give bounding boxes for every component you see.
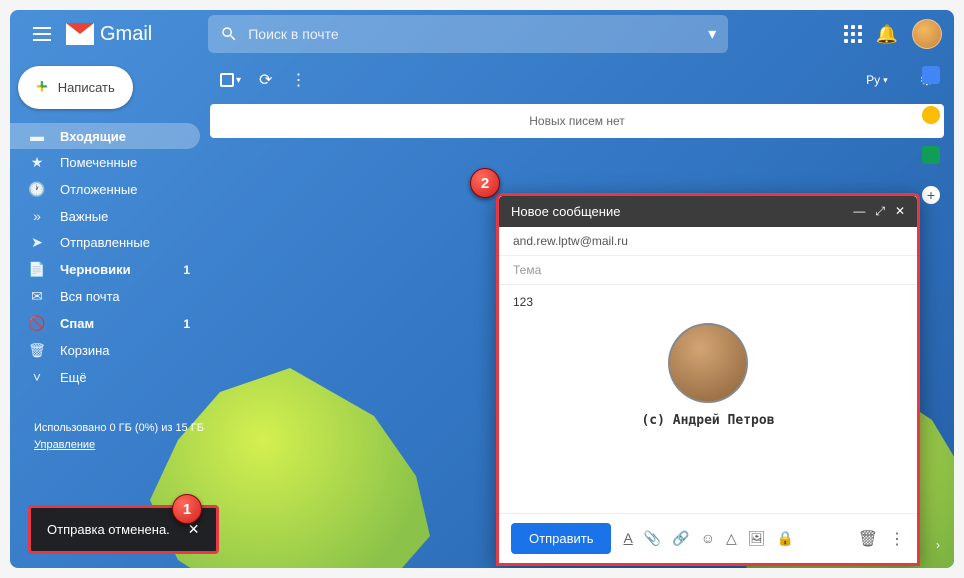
sidebar-item-9[interactable]: ˅Ещё <box>10 364 200 390</box>
plus-icon: + <box>36 76 48 99</box>
notifications-icon[interactable]: 🔔 <box>876 24 898 45</box>
refresh-icon[interactable]: ⟳ <box>259 70 272 90</box>
addons-icon[interactable] <box>922 186 940 204</box>
nav-icon: ➤ <box>28 234 46 251</box>
expand-sidepanel-icon[interactable]: › <box>936 538 940 552</box>
nav-icon: 📄 <box>28 261 46 278</box>
nav-icon: 🕐 <box>28 181 46 198</box>
nav-icon: 🚫 <box>28 315 46 332</box>
calendar-icon[interactable] <box>922 66 940 84</box>
sidebar-item-2[interactable]: 🕐Отложенные <box>10 176 200 203</box>
confidential-icon[interactable]: 🔒 <box>777 530 794 547</box>
gmail-logo[interactable]: Gmail <box>66 23 152 46</box>
recipient-field[interactable]: and.rew.lptw@mail.ru <box>499 227 917 256</box>
more-icon[interactable]: ⋮ <box>290 70 306 90</box>
sidebar: + Написать ▬Входящие★Помеченные🕐Отложенн… <box>10 58 210 568</box>
sidebar-item-0[interactable]: ▬Входящие <box>10 123 200 149</box>
compose-more-icon[interactable]: ⋮ <box>889 529 905 549</box>
toast-message: Отправка отменена. <box>47 522 170 537</box>
sidebar-item-7[interactable]: 🚫Спам1 <box>10 310 200 337</box>
sidebar-item-6[interactable]: ✉Вся почта <box>10 283 200 310</box>
nav-icon: ▬ <box>28 128 46 144</box>
annotation-marker-2: 2 <box>470 168 500 198</box>
select-all-checkbox[interactable]: ▾ <box>220 73 241 87</box>
compose-window: Новое сообщение — ⤢ ✕ and.rew.lptw@mail.… <box>496 193 920 566</box>
drive-icon[interactable]: △ <box>726 530 737 547</box>
storage-info: Использовано 0 ГБ (0%) из 15 ГБ Управлен… <box>10 420 210 453</box>
tasks-icon[interactable] <box>922 146 940 164</box>
attach-icon[interactable]: 📎 <box>644 530 661 547</box>
sidebar-item-5[interactable]: 📄Черновики1 <box>10 256 200 283</box>
emoji-icon[interactable]: ☺ <box>701 530 715 547</box>
input-language[interactable]: Ру▾ <box>866 73 888 87</box>
side-panel <box>922 66 940 204</box>
close-icon[interactable]: ✕ <box>895 204 905 219</box>
signature-image <box>668 323 748 403</box>
search-bar[interactable]: ▾ <box>208 15 728 53</box>
compose-footer: Отправить A 📎 🔗 ☺ △ 🖼 🔒 🗑 ⋮ <box>499 513 917 563</box>
keep-icon[interactable] <box>922 106 940 124</box>
search-input[interactable] <box>248 26 698 42</box>
nav-icon: ˅ <box>28 369 46 385</box>
formatting-icon[interactable]: A <box>623 530 632 547</box>
main-menu-button[interactable] <box>22 14 62 54</box>
message-body[interactable]: 123 (с) Андрей Петров <box>499 285 917 513</box>
minimize-icon[interactable]: — <box>853 204 865 219</box>
product-name: Gmail <box>100 23 152 46</box>
nav-icon: » <box>28 208 46 224</box>
compose-button[interactable]: + Написать <box>18 66 133 109</box>
sidebar-item-4[interactable]: ➤Отправленные <box>10 229 200 256</box>
search-icon <box>220 25 238 43</box>
nav-icon: ★ <box>28 154 46 171</box>
signature-text: (с) Андрей Петров <box>513 413 903 428</box>
sidebar-item-3[interactable]: »Важные <box>10 203 200 229</box>
search-options-dropdown[interactable]: ▾ <box>708 24 716 44</box>
nav-icon: ✉ <box>28 288 46 305</box>
sidebar-item-8[interactable]: 🗑Корзина <box>10 337 200 364</box>
send-button[interactable]: Отправить <box>511 523 611 554</box>
subject-field[interactable]: Тема <box>499 256 917 285</box>
google-apps-icon[interactable] <box>844 25 862 43</box>
annotation-marker-1: 1 <box>172 494 202 524</box>
sidebar-item-1[interactable]: ★Помеченные <box>10 149 200 176</box>
nav-icon: 🗑 <box>28 342 46 359</box>
compose-header[interactable]: Новое сообщение — ⤢ ✕ <box>499 196 917 227</box>
account-avatar[interactable] <box>912 19 942 49</box>
discard-icon[interactable]: 🗑 <box>858 529 878 549</box>
empty-inbox-message: Новых писем нет <box>210 104 944 138</box>
storage-manage-link[interactable]: Управление <box>34 437 210 454</box>
app-header: Gmail ▾ 🔔 <box>10 10 954 58</box>
mail-toolbar: ▾ ⟳ ⋮ Ру▾ ⚙ <box>210 62 944 98</box>
fullscreen-icon[interactable]: ⤢ <box>875 204 885 219</box>
photo-icon[interactable]: 🖼 <box>748 530 766 547</box>
link-icon[interactable]: 🔗 <box>672 530 689 547</box>
